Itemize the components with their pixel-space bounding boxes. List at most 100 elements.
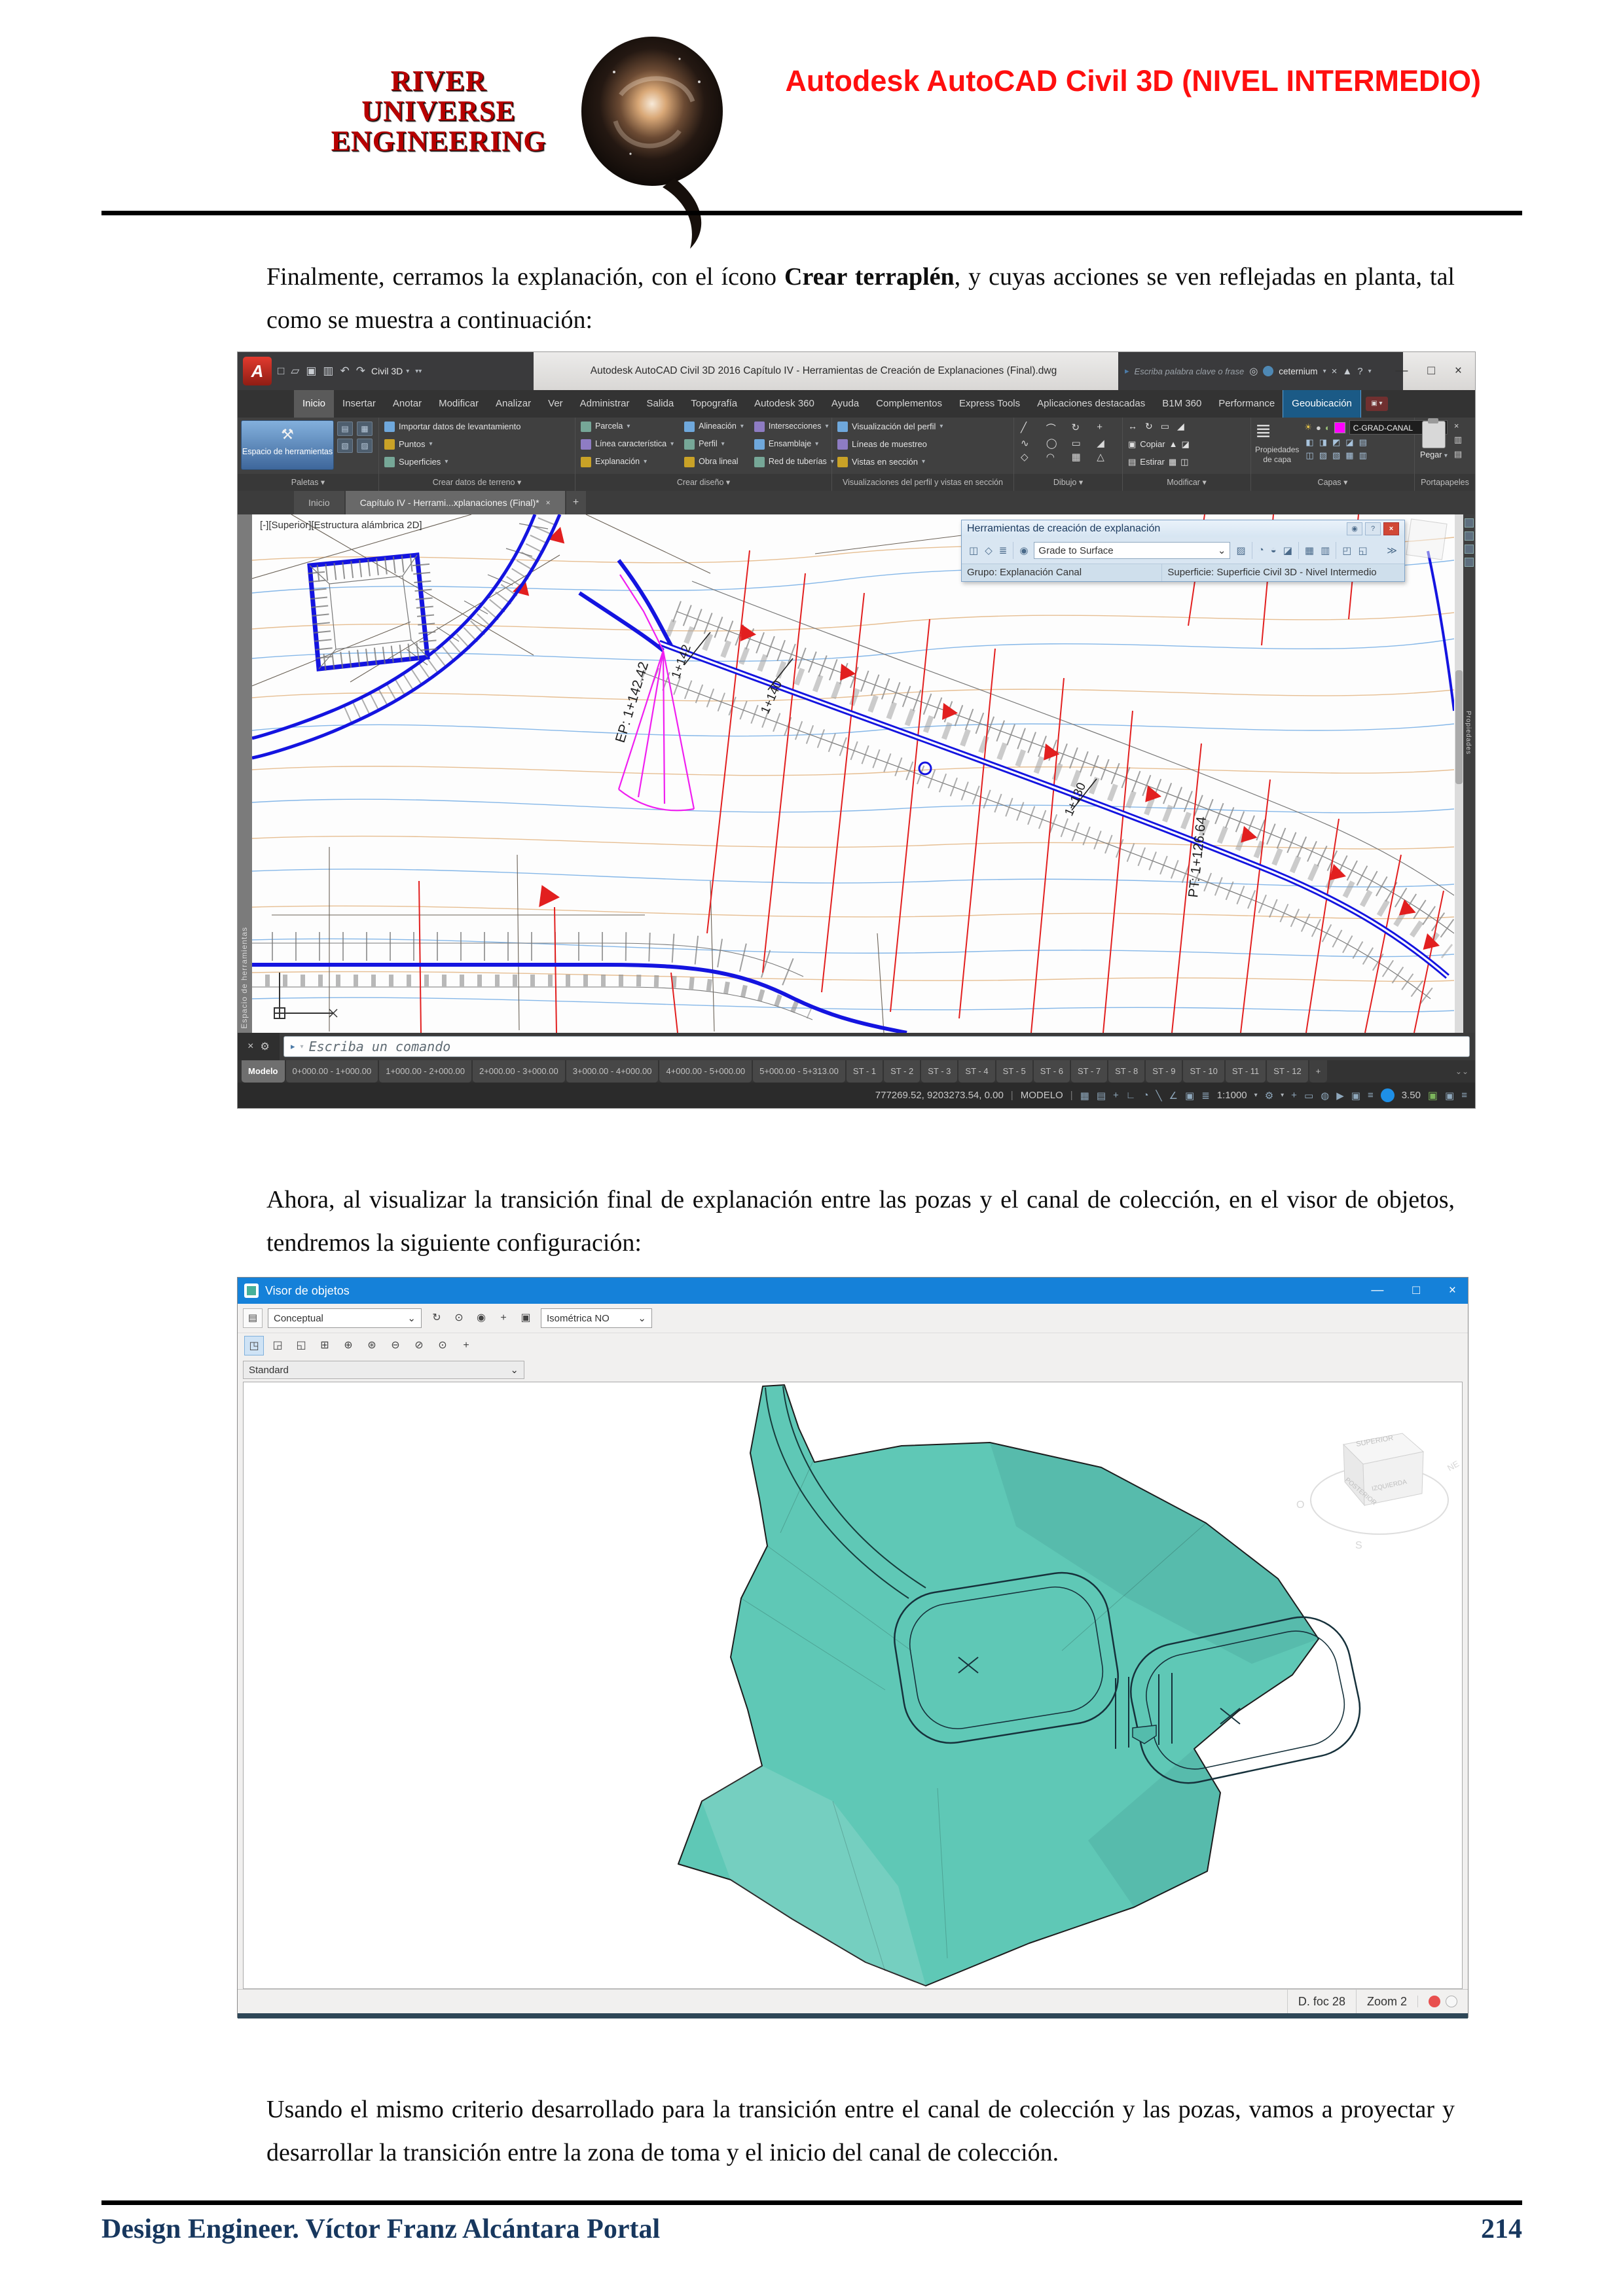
geolocation-camera-icon[interactable]: ▣ ▾ [1366,397,1388,411]
draw-tool-icon[interactable]: ∿ [1021,437,1040,449]
layer-on-icon[interactable]: ☀ [1304,422,1312,433]
status-toggle-icon[interactable]: ≣ [1201,1090,1210,1102]
layer-properties-button[interactable]: ≣ Propiedadesde capa [1255,420,1299,465]
draw-tool-icon[interactable]: ▭ [1072,437,1091,449]
layer-tool-icon[interactable]: ◨ [1319,437,1327,448]
layout-tab[interactable]: 2+000.00 - 3+000.00 [473,1060,565,1083]
layout-tab[interactable]: ST - 1 [847,1060,883,1083]
layout-tab[interactable]: ST - 11 [1226,1060,1266,1083]
viewer-nav-icon[interactable]: ▣ [516,1308,536,1328]
binoculars-icon[interactable]: ◎ [1249,365,1258,377]
minimize-button[interactable]: — [1371,1283,1383,1298]
panel-label[interactable]: Capas ▾ [1251,474,1414,491]
grading-elev-icon[interactable]: ◰ [1340,543,1353,558]
customize-command-icon[interactable]: ⚙ [261,1040,270,1053]
layer-tool-icon[interactable]: ▥ [1359,450,1367,461]
save-view-icon[interactable]: ▤ [243,1308,263,1328]
help-icon[interactable]: ? [1357,366,1362,377]
layout-tab[interactable]: ST - 10 [1183,1060,1224,1083]
scale-icon[interactable]: ▦ [1169,453,1176,471]
ribbon-tab[interactable]: Complementos [867,390,951,418]
layout-tab[interactable]: ST - 4 [958,1060,994,1083]
workspace-switcher[interactable]: Civil 3D▾ [371,366,409,376]
ribbon-tab[interactable]: Salida [638,390,683,418]
status-toggle-icon[interactable]: ▦ [1080,1090,1089,1102]
panel-label[interactable]: Modificar ▾ [1123,474,1250,491]
status-tool-icon[interactable]: ≡ [1368,1090,1374,1102]
layer-tool-icon[interactable]: ▧ [1332,450,1340,461]
named-view-dropdown[interactable]: Standard⌄ [243,1361,524,1379]
corridor-button[interactable]: Obra lineal [679,453,749,471]
qat-icon[interactable]: ▥ [323,365,333,378]
palette-icon[interactable]: ▤ [337,422,353,436]
layer-tool-icon[interactable]: ◧ [1305,437,1313,448]
modify-tool-icon[interactable]: ↔ [1128,418,1137,435]
palette-icon[interactable]: ▦ [357,422,373,436]
dialog-help-icon[interactable]: ? [1365,522,1381,535]
recent-commands-icon[interactable]: ▾ [301,1043,304,1050]
expand-dialog-icon[interactable]: ≫ [1385,543,1399,558]
assembly-button[interactable]: Ensamblaje▾ [749,435,839,453]
dialog-titlebar[interactable]: Herramientas de creación de explanación … [962,520,1404,537]
viewport-controls-label[interactable]: [-][Superior][Estructura alámbrica 2D] [260,520,422,531]
zoom-tool-icon[interactable]: ⊖ [386,1336,405,1355]
close-button[interactable]: × [1455,364,1462,378]
draw-tool-icon[interactable]: △ [1097,451,1116,463]
layout-tab[interactable]: ST - 6 [1034,1060,1070,1083]
modify-tool-icon[interactable]: ↻ [1145,418,1153,435]
layout-overflow-icon[interactable]: ⌄⌄ [1449,1060,1475,1083]
status-tool-icon[interactable]: ▭ [1304,1090,1313,1102]
zoom-tool-icon[interactable]: ⊞ [315,1336,335,1355]
copy-button[interactable]: Copiar [1140,435,1165,453]
navbar-icon[interactable] [1465,531,1474,541]
signed-in-user[interactable]: ceternium [1279,367,1317,376]
status-tool-icon[interactable]: ◍ [1321,1090,1329,1102]
ribbon-tab[interactable]: B1M 360 [1154,390,1210,418]
status-toggle-icon[interactable]: ∠ [1169,1090,1178,1102]
fillet-icon[interactable]: ◪ [1181,435,1189,453]
layout-tab[interactable]: 4+000.00 - 5+000.00 [659,1060,752,1083]
viewcube-icon[interactable] [1406,518,1447,560]
ribbon-tab[interactable]: Insertar [334,390,384,418]
ribbon-tab[interactable]: Topografía [682,390,746,418]
layer-tool-icon[interactable]: ◪ [1345,437,1353,448]
zoom-tool-icon[interactable]: + [456,1336,476,1355]
draw-tool-icon[interactable]: ◯ [1046,437,1065,449]
qat-customize-icon[interactable]: ▾▾ [415,368,422,375]
clipboard-tool-icon[interactable]: ▥ [1454,435,1462,445]
layer-freeze-icon[interactable]: ● [1316,423,1321,433]
viewer-nav-icon[interactable]: + [494,1308,513,1328]
qat-icon[interactable]: ↶ [340,365,349,378]
panel-label[interactable]: Dibujo ▾ [1014,474,1122,491]
draw-tool-icon[interactable]: ◠ [1046,451,1065,463]
ribbon-tab[interactable]: Ayuda [823,390,867,418]
pipe-network-button[interactable]: Red de tuberías▾ [749,453,839,471]
grading-group-icon[interactable]: ◉ [1017,543,1030,558]
import-survey-button[interactable]: Importar datos de levantamiento [379,418,575,435]
create-grading-icon[interactable]: ◪ [1281,543,1294,558]
layout-tab[interactable]: ST - 5 [996,1060,1032,1083]
ribbon-tab[interactable]: Inicio [294,390,334,418]
record-indicator-icon[interactable] [1429,1996,1440,2007]
layer-tool-icon[interactable]: ▨ [1319,450,1327,461]
status-tool-icon[interactable]: ▶ [1336,1090,1344,1102]
status-tool-icon[interactable]: ▣ [1351,1090,1360,1102]
search-go-icon[interactable]: ▸ [1125,366,1129,376]
menu-icon[interactable]: ≡ [1461,1090,1467,1101]
toolspace-collapsed-strip[interactable]: Espacio de herramientas [238,514,252,1033]
modify-tool-icon[interactable]: ◢ [1177,418,1184,435]
panel-label[interactable]: Paletas ▾ [238,474,378,491]
clipboard-tool-icon[interactable]: ▤ [1454,449,1462,459]
array-icon[interactable]: ◫ [1180,453,1188,471]
panel-label[interactable]: Portapapeles [1415,474,1475,491]
grading-edit-icon[interactable]: ▨ [1234,543,1247,558]
modify-tool-icon[interactable]: ▭ [1161,418,1169,435]
layout-tab[interactable]: ST - 9 [1146,1060,1182,1083]
ribbon-tab[interactable]: Performance [1210,390,1283,418]
dialog-pin-icon[interactable]: ◉ [1347,522,1362,535]
autocad-app-button[interactable]: A [243,357,272,386]
draw-tool-icon[interactable]: ◇ [1021,451,1040,463]
a360-icon[interactable]: ▲ [1342,366,1352,377]
zoom-tool-icon[interactable]: ◲ [268,1336,287,1355]
gear-icon[interactable]: ⚙ [1265,1090,1273,1102]
